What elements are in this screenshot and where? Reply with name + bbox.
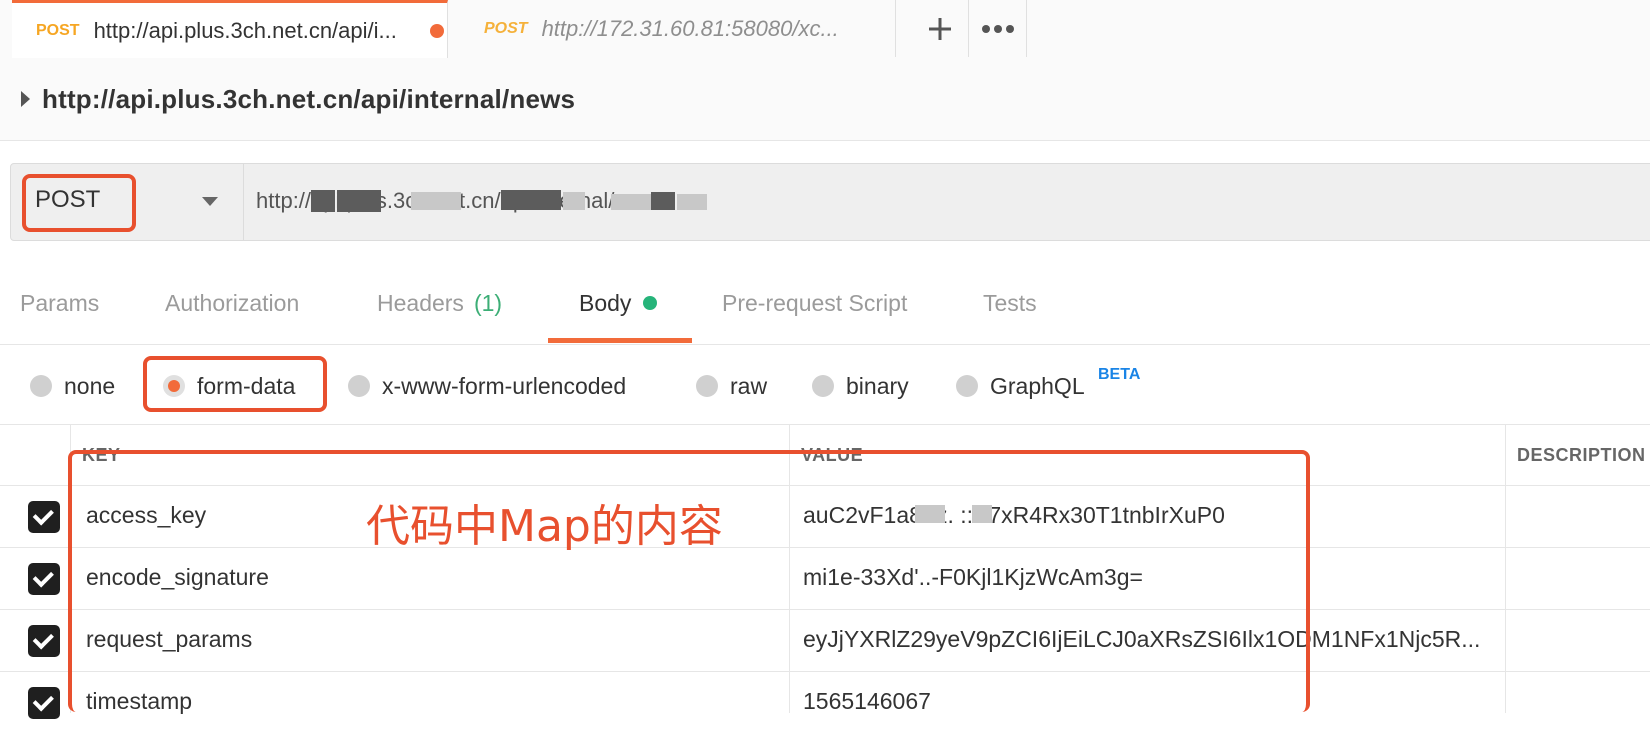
method-highlight-box [22, 174, 136, 232]
tab-body[interactable]: Body [579, 262, 658, 344]
radio-label: x-www-form-urlencoded [382, 372, 627, 399]
tab-url: http://172.31.60.81:58080/xc... [541, 15, 839, 41]
form-data-highlight-box [143, 356, 327, 412]
tab-tests[interactable]: Tests [983, 262, 1037, 344]
request-title: http://api.plus.3ch.net.cn/api/internal/… [42, 83, 576, 114]
redaction-mark [651, 192, 675, 210]
tab-pre-request-script[interactable]: Pre-request Script [722, 262, 907, 344]
redaction-mark [611, 194, 651, 210]
redaction-mark [311, 190, 335, 212]
request-tab-1[interactable]: POST http://api.plus.3ch.net.cn/api/i... [12, 0, 448, 59]
tab-url: http://api.plus.3ch.net.cn/api/i... [93, 18, 397, 43]
tab-headers[interactable]: Headers (1) [377, 262, 502, 344]
request-breadcrumb[interactable]: http://api.plus.3ch.net.cn/api/internal/… [0, 58, 1650, 141]
redaction-mark [563, 192, 585, 210]
chevron-down-icon [202, 197, 218, 206]
tab-params[interactable]: Params [20, 262, 99, 344]
body-active-dot-icon [643, 296, 658, 310]
radio-label: binary [846, 372, 909, 399]
row-enabled-checkbox[interactable] [28, 687, 60, 719]
plus-icon [929, 17, 951, 40]
annotation-label: 代码中Map的内容 [366, 501, 723, 552]
request-tab-bar: POST http://api.plus.3ch.net.cn/api/i...… [0, 0, 1650, 59]
radio-x-www-form-urlencoded[interactable]: x-www-form-urlencoded [348, 350, 626, 422]
radio-label: none [64, 372, 116, 399]
column-header-description: DESCRIPTION [1517, 444, 1646, 465]
tab-label: Body [579, 289, 632, 316]
more-dots-icon [982, 24, 1014, 33]
radio-label: raw [730, 372, 768, 399]
redaction-mark [411, 192, 461, 210]
request-subtabs: Params Authorization Headers (1) Body Pr… [0, 262, 1650, 345]
request-url-bar: POST [10, 163, 1650, 241]
redaction-mark [337, 190, 381, 212]
tab-method: POST [36, 22, 80, 39]
more-tabs-button[interactable] [970, 0, 1027, 57]
row-enabled-checkbox[interactable] [28, 501, 60, 533]
radio-none[interactable]: none [30, 350, 115, 422]
row-enabled-checkbox[interactable] [28, 563, 60, 595]
new-tab-button[interactable] [912, 0, 969, 57]
redaction-mark [501, 190, 561, 210]
request-tab-2[interactable]: POST http://172.31.60.81:58080/xc... [448, 0, 896, 57]
radio-graphql[interactable]: GraphQL [956, 350, 1085, 422]
redaction-mark [677, 194, 707, 210]
radio-circle[interactable] [956, 375, 978, 397]
radio-label: GraphQL [990, 372, 1085, 399]
radio-circle[interactable] [812, 375, 834, 397]
radio-binary[interactable]: binary [812, 350, 909, 422]
tab-label: Headers [377, 289, 464, 316]
active-tab-underline [548, 338, 692, 343]
beta-badge: BETA [1098, 366, 1141, 383]
tab-method: POST [484, 19, 528, 37]
radio-circle[interactable] [30, 375, 52, 397]
row-enabled-checkbox[interactable] [28, 625, 60, 657]
tab-label: Pre-request Script [722, 289, 908, 316]
unsaved-indicator-icon [429, 24, 444, 38]
radio-circle[interactable] [696, 375, 718, 397]
tab-label: Authorization [165, 289, 300, 316]
expand-triangle-icon[interactable] [21, 91, 30, 107]
headers-count-badge: (1) [473, 289, 503, 316]
radio-circle[interactable] [348, 375, 370, 397]
radio-raw[interactable]: raw [696, 350, 767, 422]
tab-label: Tests [983, 289, 1037, 316]
tab-label: Params [20, 289, 100, 316]
tab-authorization[interactable]: Authorization [165, 262, 299, 344]
